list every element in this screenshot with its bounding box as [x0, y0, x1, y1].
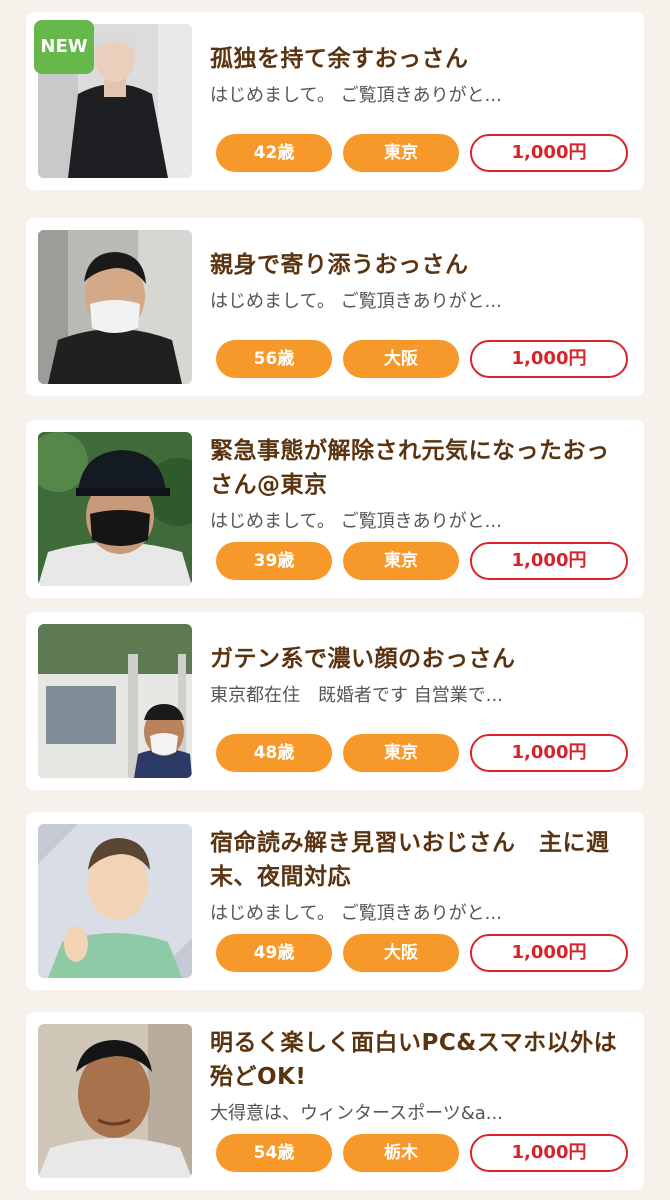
listing-title[interactable]: 親身で寄り添うおっさん	[210, 248, 630, 282]
listing-title[interactable]: ガテン系で濃い顔のおっさん	[210, 642, 630, 676]
profile-photo[interactable]	[38, 230, 192, 384]
profile-photo[interactable]	[38, 432, 192, 586]
listing-card[interactable]: 親身で寄り添うおっさん はじめまして。 ご覧頂きありがと... 56歳 大阪 1…	[26, 218, 644, 396]
listing-card[interactable]: 宿命読み解き見習いおじさん 主に週末、夜間対応 はじめまして。 ご覧頂きありがと…	[26, 812, 644, 990]
listing-card[interactable]: 明るく楽しく面白いPC&スマホ以外は殆どOK! 大得意は、ウィンタースポーツ&a…	[26, 1012, 644, 1190]
listing-card[interactable]: ガテン系で濃い顔のおっさん 東京都在住 既婚者です 自営業で... 48歳 東京…	[26, 612, 644, 790]
profile-photo[interactable]	[38, 1024, 192, 1178]
tag-row: 42歳 東京 1,000円	[216, 134, 628, 172]
listing-card[interactable]: 緊急事態が解除され元気になったおっさん@東京 はじめまして。 ご覧頂きありがと.…	[26, 420, 644, 598]
listing-title[interactable]: 宿命読み解き見習いおじさん 主に週末、夜間対応	[210, 826, 630, 894]
listing-card[interactable]: NEW 孤独を持て余すおっさん はじめまして。 ご覧頂きありがと... 42歳 …	[26, 12, 644, 190]
listing-title[interactable]: 孤独を持て余すおっさん	[210, 42, 630, 76]
location-tag: 東京	[343, 542, 459, 580]
profile-photo-image	[38, 230, 192, 384]
age-tag: 42歳	[216, 134, 332, 172]
location-tag: 大阪	[343, 934, 459, 972]
age-tag: 56歳	[216, 340, 332, 378]
profile-photo-image	[38, 1024, 192, 1178]
listing-title[interactable]: 緊急事態が解除され元気になったおっさん@東京	[210, 434, 630, 502]
tag-row: 48歳 東京 1,000円	[216, 734, 628, 772]
profile-photo-image	[38, 624, 192, 778]
tag-row: 56歳 大阪 1,000円	[216, 340, 628, 378]
tag-row: 49歳 大阪 1,000円	[216, 934, 628, 972]
listing-title[interactable]: 明るく楽しく面白いPC&スマホ以外は殆どOK!	[210, 1026, 630, 1094]
listing-description: はじめまして。 ご覧頂きありがと...	[210, 511, 502, 532]
profile-photo-image	[38, 432, 192, 586]
location-tag: 東京	[343, 134, 459, 172]
location-tag: 大阪	[343, 340, 459, 378]
age-tag: 39歳	[216, 542, 332, 580]
location-tag: 栃木	[343, 1134, 459, 1172]
location-tag: 東京	[343, 734, 459, 772]
profile-photo-image	[38, 824, 192, 978]
price-tag[interactable]: 1,000円	[470, 340, 628, 378]
listing-description: はじめまして。 ご覧頂きありがと...	[210, 903, 502, 924]
profile-photo[interactable]	[38, 624, 192, 778]
price-tag[interactable]: 1,000円	[470, 542, 628, 580]
tag-row: 54歳 栃木 1,000円	[216, 1134, 628, 1172]
price-tag[interactable]: 1,000円	[470, 934, 628, 972]
profile-photo[interactable]	[38, 824, 192, 978]
price-tag[interactable]: 1,000円	[470, 134, 628, 172]
tag-row: 39歳 東京 1,000円	[216, 542, 628, 580]
listing-description: はじめまして。 ご覧頂きありがと...	[210, 291, 502, 312]
age-tag: 54歳	[216, 1134, 332, 1172]
listing-description: 大得意は、ウィンタースポーツ&a...	[210, 1103, 503, 1124]
age-tag: 48歳	[216, 734, 332, 772]
price-tag[interactable]: 1,000円	[470, 734, 628, 772]
listing-description: 東京都在住 既婚者です 自営業で...	[210, 685, 503, 706]
age-tag: 49歳	[216, 934, 332, 972]
price-tag[interactable]: 1,000円	[470, 1134, 628, 1172]
listing-description: はじめまして。 ご覧頂きありがと...	[210, 85, 502, 106]
new-badge: NEW	[34, 20, 94, 74]
